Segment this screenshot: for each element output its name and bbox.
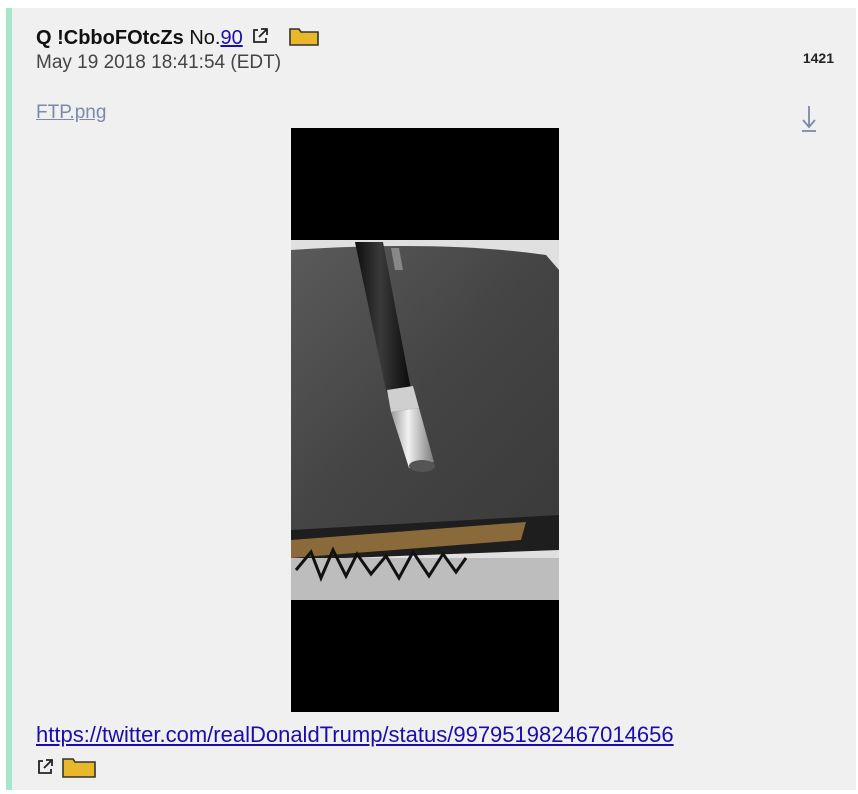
post-card: Q !CbboFOtcZs No.90 May 19 2018 18:41:54… xyxy=(6,8,856,790)
post-image[interactable] xyxy=(291,128,559,712)
post-header: Q !CbboFOtcZs No.90 xyxy=(36,26,319,52)
folder-icon[interactable] xyxy=(62,756,96,783)
external-link-icon[interactable] xyxy=(251,27,269,51)
folder-icon[interactable] xyxy=(289,26,319,52)
pen-photo xyxy=(291,240,559,600)
post-author: Q !CbboFOtcZs xyxy=(36,27,184,49)
download-arrow-icon[interactable] xyxy=(800,104,818,137)
external-link-icon[interactable] xyxy=(36,758,54,781)
post-number-prefix: No. xyxy=(189,27,221,49)
link-actions xyxy=(36,756,96,783)
reply-count: 1421 xyxy=(802,50,834,66)
post-date: May 19 2018 18:41:54 (EDT) xyxy=(36,52,282,73)
tweet-link[interactable]: https://twitter.com/realDonaldTrump/stat… xyxy=(36,722,674,748)
file-name-link[interactable]: FTP.png xyxy=(36,102,106,124)
post-number-link[interactable]: 90 xyxy=(220,27,242,49)
